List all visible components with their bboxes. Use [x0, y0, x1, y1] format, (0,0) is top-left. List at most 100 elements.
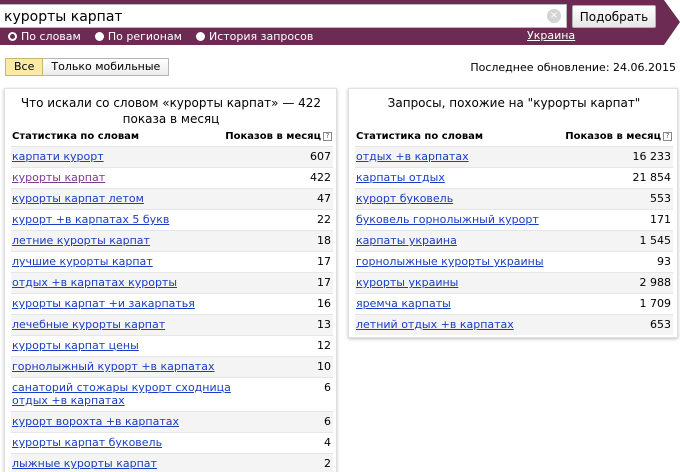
table-row: карпаты украина 1 545 — [355, 230, 673, 251]
phrase-link[interactable]: курорты карпат — [11, 168, 105, 188]
mode-by-regions[interactable]: По регионам — [94, 29, 182, 43]
right-rows: отдых +в карпатах 16 233 карпаты отдых 21 … — [355, 146, 673, 335]
mode-by-words[interactable]: По словам — [8, 30, 81, 43]
phrase-link[interactable]: курорты украины — [355, 273, 458, 293]
impressions-count: 93 — [657, 255, 671, 268]
table-row: горнолыжный курорт +в карпатах 10 — [11, 356, 333, 377]
phrase-link[interactable]: летние курорты карпат — [11, 231, 150, 251]
impressions-count: 1 709 — [639, 297, 672, 310]
phrase-link[interactable]: карпати курорт — [11, 147, 104, 167]
left-rows: карпати курорт 607 курорты карпат 422 куро… — [11, 146, 333, 472]
phrase-link[interactable]: карпаты украина — [355, 231, 457, 251]
impressions-count: 6 — [324, 415, 331, 428]
header-arrow-decoration — [664, 0, 680, 45]
phrase-link[interactable]: курорты карпат цены — [11, 336, 139, 356]
phrase-link[interactable]: лечебные курорты карпат — [11, 315, 165, 335]
table-row: лучшие курорты карпат 17 — [11, 251, 333, 272]
impressions-count: 22 — [317, 213, 331, 226]
table-row: курорты карпат летом 47 — [11, 188, 333, 209]
search-header: × Подобрать По словам По регионам Истори… — [0, 0, 680, 45]
similar-queries-panel: Запросы, похожие на "курорты карпат" Ста… — [348, 88, 678, 338]
table-row: курорт ворохта +в карпатах 6 — [11, 411, 333, 432]
impressions-count: 12 — [317, 339, 331, 352]
impressions-count: 16 233 — [632, 150, 672, 163]
impressions-count: 47 — [317, 192, 331, 205]
table-row: отдых +в карпатах курорты 17 — [11, 272, 333, 293]
impressions-count: 16 — [317, 297, 331, 310]
impressions-count: 1 545 — [639, 234, 672, 247]
phrase-link[interactable]: курорты карпат летом — [11, 189, 144, 209]
phrase-link[interactable]: курорт +в карпатах 5 букв — [11, 210, 169, 230]
phrase-link[interactable]: яремча карпаты — [355, 294, 451, 314]
radio-icon[interactable] — [195, 31, 205, 41]
column-headers: Статистика по словам Показов в месяц ? — [356, 131, 672, 145]
table-row: карпати курорт 607 — [11, 146, 333, 167]
phrase-link[interactable]: курорты карпат буковель — [11, 433, 162, 453]
phrase-link[interactable]: курорты карпат +и закарпатья — [11, 294, 195, 314]
panel-title: Запросы, похожие на "курорты карпат" — [387, 96, 641, 110]
clear-icon[interactable]: × — [547, 9, 561, 23]
column-phrase-header: Статистика по словам — [356, 131, 484, 142]
impressions-count: 553 — [650, 192, 671, 205]
panel-title: Что искали со словом «курорты карпат» — … — [20, 96, 322, 126]
search-box[interactable]: × — [0, 4, 567, 28]
table-row: санаторий стожары курорт сходница отдых … — [11, 377, 333, 411]
radio-icon[interactable] — [8, 31, 17, 41]
mode-history[interactable]: История запросов — [195, 29, 314, 43]
filter-mobile-only[interactable]: Только мобильные — [43, 58, 170, 76]
impressions-count: 607 — [310, 150, 331, 163]
table-row: буковель горнолыжный курорт 171 — [355, 209, 673, 230]
impressions-count: 21 854 — [632, 171, 672, 184]
impressions-count: 653 — [650, 318, 671, 331]
table-row: курорты карпат цены 12 — [11, 335, 333, 356]
phrase-link[interactable]: буковель горнолыжный курорт — [355, 210, 539, 230]
table-row: лыжные курорты карпат 2 — [11, 453, 333, 472]
table-row: летние курорты карпат 18 — [11, 230, 333, 251]
phrase-link[interactable]: карпаты отдых — [355, 168, 445, 188]
table-row: курорты карпат +и закарпатья 16 — [11, 293, 333, 314]
filter-all[interactable]: Все — [5, 58, 44, 76]
impressions-count: 17 — [317, 255, 331, 268]
table-row: курорты украины 2 988 — [355, 272, 673, 293]
phrase-link[interactable]: курорт буковель — [355, 189, 453, 209]
column-count-header: Показов в месяц ? — [565, 131, 672, 142]
phrase-link[interactable]: санаторий стожары курорт сходница отдых … — [11, 378, 236, 411]
radio-icon[interactable] — [94, 31, 104, 41]
impressions-count: 422 — [310, 171, 331, 184]
table-row: летний отдых +в карпатах 653 — [355, 314, 673, 335]
phrase-link[interactable]: отдых +в карпатах — [355, 147, 469, 167]
table-row: яремча карпаты 1 709 — [355, 293, 673, 314]
phrase-link[interactable]: лыжные курорты карпат — [11, 454, 157, 472]
submit-button[interactable]: Подобрать — [572, 5, 656, 28]
table-row: курорт +в карпатах 5 букв 22 — [11, 209, 333, 230]
phrase-link[interactable]: горнолыжный курорт +в карпатах — [11, 357, 214, 377]
column-count-header: Показов в месяц ? — [225, 131, 332, 142]
table-row: курорты карпат 422 — [11, 167, 333, 188]
search-stats-panel: Что искали со словом «курорты карпат» — … — [4, 88, 337, 472]
column-headers: Статистика по словам Показов в месяц ? — [12, 131, 332, 145]
table-row: отдых +в карпатах 16 233 — [355, 146, 673, 167]
help-icon[interactable]: ? — [663, 132, 672, 141]
table-row: курорт буковель 553 — [355, 188, 673, 209]
mode-label: История запросов — [208, 29, 314, 43]
mode-label: По регионам — [107, 29, 182, 43]
help-icon[interactable]: ? — [323, 132, 332, 141]
phrase-link[interactable]: лучшие курорты карпат — [11, 252, 153, 272]
table-row: лечебные курорты карпат 13 — [11, 314, 333, 335]
phrase-link[interactable]: летний отдых +в карпатах — [355, 315, 514, 335]
search-mode-group: По словам По регионам История запросов — [8, 29, 327, 43]
region-link[interactable]: Украина — [527, 29, 575, 42]
phrase-link[interactable]: отдых +в карпатах курорты — [11, 273, 177, 293]
search-input[interactable] — [4, 7, 534, 26]
last-updated: Последнее обновление: 24.06.2015 — [470, 61, 676, 74]
impressions-count: 10 — [317, 360, 331, 373]
column-count-label: Показов в месяц — [225, 131, 321, 142]
column-count-label: Показов в месяц — [565, 131, 661, 142]
impressions-count: 171 — [650, 213, 671, 226]
device-filter: Все Только мобильные — [5, 58, 170, 76]
impressions-count: 6 — [324, 381, 331, 394]
phrase-link[interactable]: горнолыжные курорты украины — [355, 252, 544, 272]
phrase-link[interactable]: курорт ворохта +в карпатах — [11, 412, 179, 432]
impressions-count: 2 — [324, 457, 331, 470]
impressions-count: 2 988 — [639, 276, 672, 289]
